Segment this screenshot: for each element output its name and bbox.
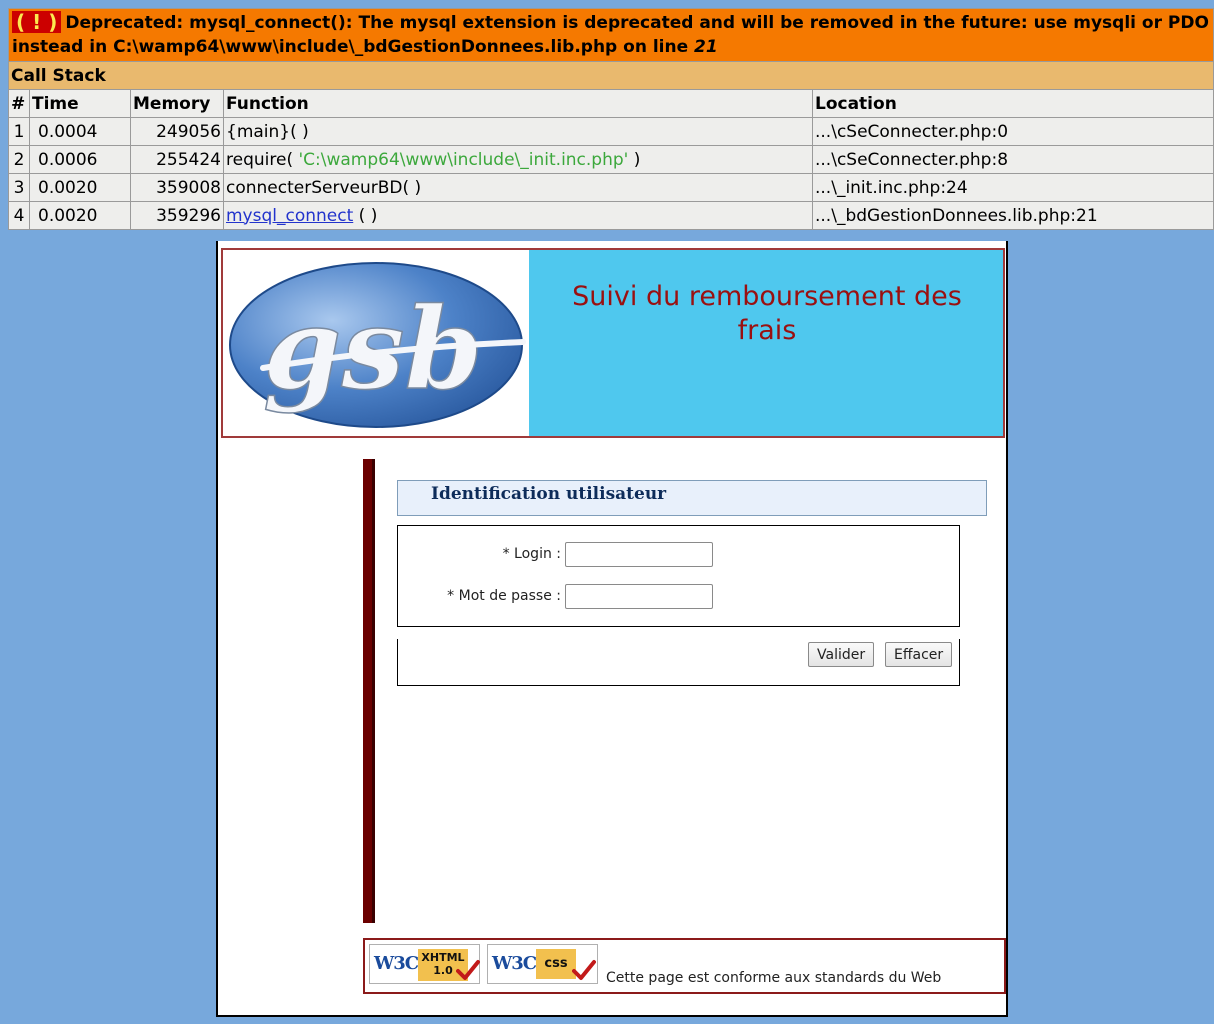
- col-header-num: #: [8, 89, 30, 118]
- cell-memory: 255424: [130, 145, 224, 174]
- cell-location: ...\_bdGestionDonnees.lib.php:21: [812, 201, 1214, 230]
- cell-function: connecterServeurBD( ): [223, 173, 813, 202]
- error-line-number: 21: [694, 37, 718, 57]
- col-header-function: Function: [223, 89, 813, 118]
- cell-function: mysql_connect ( ): [223, 201, 813, 230]
- xdebug-error-table: ( ! ) Deprecated: mysql_connect(): The my…: [8, 8, 1214, 230]
- page-body: { "xdebug": { "badge": "( ! )", "message…: [0, 0, 1214, 1024]
- form-buttons-box: Valider Effacer: [397, 639, 960, 686]
- checkmark-icon: [456, 960, 480, 980]
- page-title-line1: Suivi du remboursement des: [572, 281, 962, 312]
- table-row: 1 0.0004 249056 {main}( ) ...\cSeConnect…: [8, 117, 1214, 146]
- css-tag: css: [536, 949, 576, 979]
- function-name: {main}( ): [226, 121, 309, 142]
- login-label: * Login :: [502, 546, 561, 562]
- login-form-box: * Login : * Mot de passe :: [397, 525, 960, 627]
- login-field-row: * Login :: [398, 542, 961, 570]
- table-row: 3 0.0020 359008 connecterServeurBD( ) ..…: [8, 173, 1214, 202]
- cell-num: 1: [8, 117, 30, 146]
- table-row: 4 0.0020 359296 mysql_connect ( ) ...\_b…: [8, 201, 1214, 230]
- reset-button[interactable]: Effacer: [885, 642, 953, 667]
- cell-location: ...\cSeConnecter.php:0: [812, 117, 1214, 146]
- cell-time: 0.0004: [29, 117, 131, 146]
- password-field-row: * Mot de passe :: [398, 584, 961, 612]
- checkmark-icon: [572, 960, 596, 980]
- w3c-xhtml-logo-text: W3C: [374, 953, 419, 974]
- login-input[interactable]: [565, 542, 713, 567]
- cell-num: 2: [8, 145, 30, 174]
- page-title: Suivi du remboursement des frais: [529, 280, 1005, 348]
- cell-num: 3: [8, 173, 30, 202]
- error-message: Deprecated: mysql_connect(): The mysql e…: [12, 13, 1209, 57]
- table-row: 2 0.0006 255424 require( 'C:\wamp64\www\…: [8, 145, 1214, 174]
- gsb-logo-icon: gsb: [229, 262, 526, 428]
- left-decorative-bar: [363, 459, 375, 923]
- cell-location: ...\cSeConnecter.php:8: [812, 145, 1214, 174]
- footer: W3C XHTML 1.0 W3C css Cette page est con…: [363, 938, 1006, 994]
- cell-memory: 359008: [130, 173, 224, 202]
- page-title-line2: frais: [737, 315, 797, 346]
- login-section-title: Identification utilisateur: [397, 480, 987, 516]
- submit-button[interactable]: Valider: [808, 642, 875, 667]
- cell-function: require( 'C:\wamp64\www\include\_init.in…: [223, 145, 813, 174]
- cell-function: {main}( ): [223, 117, 813, 146]
- function-name: require(: [226, 149, 299, 170]
- w3c-xhtml-badge[interactable]: W3C XHTML 1.0: [369, 944, 480, 984]
- cell-time: 0.0020: [29, 201, 131, 230]
- cell-memory: 249056: [130, 117, 224, 146]
- standards-compliance-text: Cette page est conforme aux standards du…: [606, 970, 942, 986]
- function-tail: ( ): [353, 205, 378, 226]
- function-tail: ): [628, 149, 641, 170]
- col-header-location: Location: [812, 89, 1214, 118]
- w3c-css-logo-text: W3C: [492, 953, 537, 974]
- cell-time: 0.0020: [29, 173, 131, 202]
- w3c-css-badge[interactable]: W3C css: [487, 944, 598, 984]
- header-banner: gsb Suivi du remboursement des frais: [221, 248, 1005, 438]
- cell-num: 4: [8, 201, 30, 230]
- col-header-time: Time: [29, 89, 131, 118]
- function-string-arg: 'C:\wamp64\www\include\_init.inc.php': [298, 149, 629, 170]
- logo-text: gsb: [263, 284, 483, 415]
- error-message-cell: ( ! ) Deprecated: mysql_connect(): The my…: [8, 8, 1214, 62]
- col-header-memory: Memory: [130, 89, 224, 118]
- function-name: connecterServeurBD( ): [226, 177, 422, 198]
- cell-time: 0.0006: [29, 145, 131, 174]
- password-label: * Mot de passe :: [447, 588, 561, 604]
- xhtml-tag-version: 1.0: [433, 964, 453, 977]
- call-stack-header-row: # Time Memory Function Location: [8, 89, 1214, 118]
- cell-location: ...\_init.inc.php:24: [812, 173, 1214, 202]
- password-input[interactable]: [565, 584, 713, 609]
- error-badge-icon: ( ! ): [12, 11, 62, 33]
- call-stack-title: Call Stack: [8, 61, 1214, 90]
- mysql-connect-doc-link[interactable]: mysql_connect: [226, 206, 353, 226]
- gsb-logo: gsb: [223, 250, 529, 436]
- cell-memory: 359296: [130, 201, 224, 230]
- page-container: gsb Suivi du remboursement des frais Ide…: [216, 241, 1008, 1017]
